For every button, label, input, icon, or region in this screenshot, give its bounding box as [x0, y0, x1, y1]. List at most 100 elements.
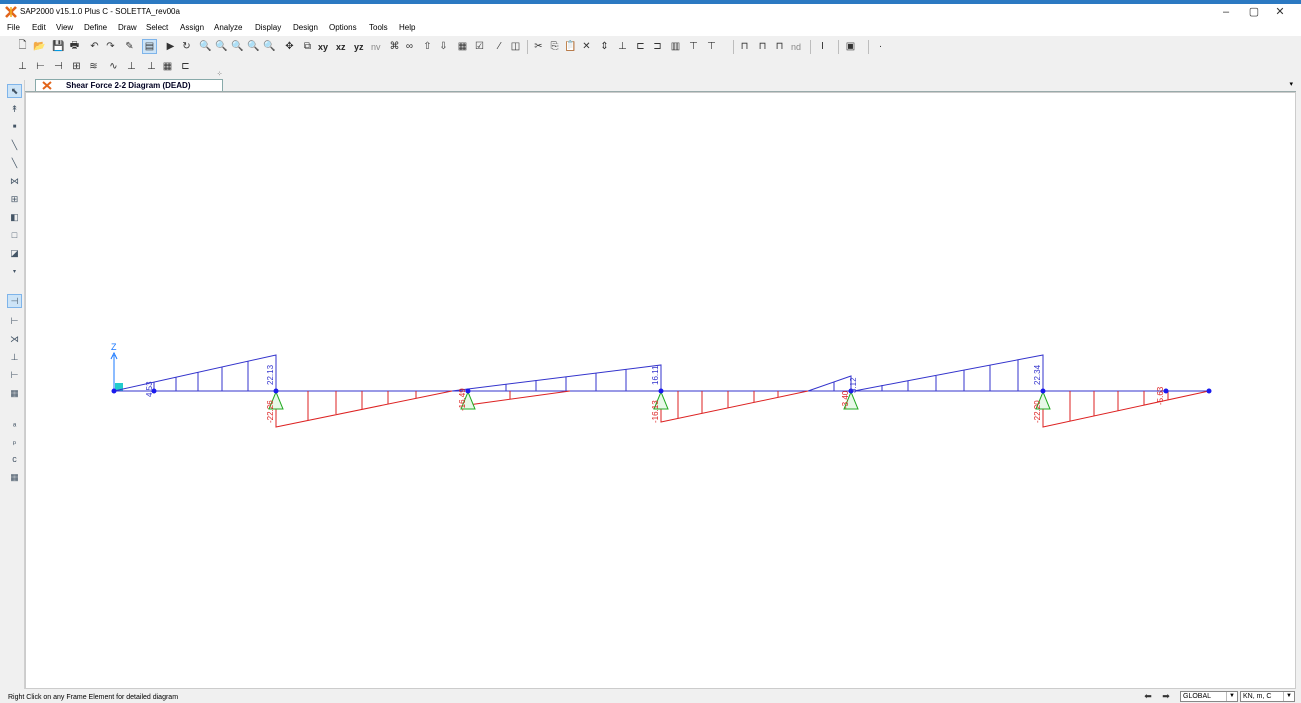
menu-view[interactable]: View	[56, 23, 73, 32]
snap-ends-icon[interactable]: ⊢	[7, 314, 22, 328]
show-forces-icon[interactable]: ◫	[508, 39, 523, 54]
frame-loads-icon[interactable]: ⊤	[686, 39, 701, 54]
assign-shell-icon[interactable]: ⊏	[178, 59, 193, 74]
snap-perpendicular-icon[interactable]: ⊥	[7, 350, 22, 364]
pan-icon[interactable]: ✥	[282, 39, 297, 54]
quick-draw-area-icon[interactable]: ◪	[7, 246, 22, 260]
view-nv-button[interactable]: nv	[371, 39, 381, 54]
draw-braces-icon[interactable]: ⋈	[7, 174, 22, 188]
moment-frame-icon[interactable]: ⊓	[755, 39, 770, 54]
zoom-restore-icon[interactable]: 🔍	[214, 39, 229, 54]
pointer-icon[interactable]: ⬉	[7, 84, 22, 98]
menu-options[interactable]: Options	[329, 23, 357, 32]
menu-design[interactable]: Design	[293, 23, 318, 32]
rotate-3d-icon[interactable]: ↻	[179, 39, 194, 54]
assign-joint-icon[interactable]: ⊥	[15, 59, 30, 74]
previous-view-icon[interactable]: ⬅	[1141, 691, 1155, 702]
move-icon[interactable]: ⇕	[597, 39, 612, 54]
rubber-band-zoom-icon[interactable]: ⌘	[387, 39, 402, 54]
assign-area-icon[interactable]: ⊞	[69, 59, 84, 74]
reshape-icon[interactable]: ↟	[7, 102, 22, 116]
assign-spring-icon[interactable]: ≋	[86, 59, 101, 74]
area-loads-icon[interactable]: ⊤	[704, 39, 719, 54]
assign-support-icon[interactable]: ⊥	[144, 59, 159, 74]
lock-model-icon[interactable]: ▤	[142, 39, 157, 54]
area-sections-icon[interactable]: ▥	[668, 39, 683, 54]
joint-restraints-icon[interactable]: ⊥	[615, 39, 630, 54]
toolbar-overflow-icon[interactable]: ·	[873, 39, 888, 54]
menu-select[interactable]: Select	[146, 23, 168, 32]
previous-selection-icon[interactable]: ₚ	[7, 434, 22, 448]
draw-poly-area-icon[interactable]: ◧	[7, 210, 22, 224]
select-all-icon[interactable]: ₐ	[7, 416, 22, 430]
tab-shear-force-diagram[interactable]: Shear Force 2-2 Diagram (DEAD)	[35, 79, 223, 91]
snap-intersections-icon[interactable]: ⋊	[7, 332, 22, 346]
draw-joint-icon[interactable]: ■	[7, 120, 22, 134]
draw-secondary-beams-icon[interactable]: ⊞	[7, 192, 22, 206]
draw-frame-icon[interactable]: ⊓	[772, 39, 787, 54]
close-button[interactable]: ✕	[1267, 4, 1293, 20]
menu-file[interactable]: File	[7, 23, 20, 32]
snap-fine-grid-icon[interactable]: ▦	[7, 386, 22, 400]
open-icon[interactable]: 📂	[32, 39, 47, 54]
object-shrink-icon[interactable]: ▦	[455, 39, 470, 54]
redo-icon[interactable]: ↷	[103, 39, 118, 54]
zoom-out-icon[interactable]: 🔍	[262, 39, 277, 54]
view-xy-button[interactable]: xy	[318, 39, 328, 54]
menu-assign[interactable]: Assign	[180, 23, 204, 32]
tab-list-dropdown-icon[interactable]: ▾	[1289, 80, 1293, 88]
next-view-icon[interactable]: ➡	[1159, 691, 1173, 702]
snap-joints-icon[interactable]: ⊣	[7, 294, 22, 308]
draw-frame-tool-icon[interactable]: ╲	[7, 138, 22, 152]
print-icon[interactable]: 🖶	[67, 39, 82, 54]
display-color-icon[interactable]: ▣	[843, 39, 858, 54]
set-display-options-icon[interactable]: ☑	[472, 39, 487, 54]
show-deformed-icon[interactable]: ⁄	[492, 39, 507, 54]
delete-icon[interactable]: ✕	[579, 39, 594, 54]
assign-gravity-icon[interactable]: ⊥	[124, 59, 139, 74]
coordinate-system-select[interactable]: GLOBAL ▼	[1180, 691, 1238, 702]
view-xz-button[interactable]: xz	[336, 39, 346, 54]
quick-draw-frame-icon[interactable]: ╲	[7, 156, 22, 170]
undo-icon[interactable]: ↶	[87, 39, 102, 54]
down-arrow-icon[interactable]: ⇩	[436, 39, 451, 54]
menu-edit[interactable]: Edit	[32, 23, 46, 32]
frame-releases-icon[interactable]: ⊏	[633, 39, 648, 54]
menu-analyze[interactable]: Analyze	[214, 23, 242, 32]
menu-define[interactable]: Define	[84, 23, 107, 32]
more-draw-tools-icon[interactable]: ▾	[7, 264, 22, 278]
section-designer-icon[interactable]: I	[815, 39, 830, 54]
nd-button[interactable]: nd	[791, 39, 801, 54]
cut-icon[interactable]: ✂	[531, 39, 546, 54]
pencil-icon[interactable]: ✎	[122, 39, 137, 54]
run-analysis-icon[interactable]: ▶	[163, 39, 178, 54]
assign-wave-icon[interactable]: ∿	[106, 59, 121, 74]
assign-link-icon[interactable]: ⊣	[51, 59, 66, 74]
draw-rect-area-icon[interactable]: □	[7, 228, 22, 242]
view-yz-button[interactable]: yz	[354, 39, 364, 54]
perspective-icon[interactable]: ∞	[402, 39, 417, 54]
up-arrow-icon[interactable]: ⇧	[420, 39, 435, 54]
view-3d-icon[interactable]: ⧉	[300, 39, 315, 54]
portal-frame-icon[interactable]: ⊓	[737, 39, 752, 54]
zoom-in-icon[interactable]: 🔍	[246, 39, 261, 54]
frame-sections-icon[interactable]: ⊐	[650, 39, 665, 54]
snap-lines-icon[interactable]: ⊢	[7, 368, 22, 382]
menu-help[interactable]: Help	[399, 23, 415, 32]
menu-display[interactable]: Display	[255, 23, 281, 32]
maximize-button[interactable]: ▢	[1241, 4, 1267, 20]
paste-icon[interactable]: 📋	[563, 39, 578, 54]
zoom-window-icon[interactable]: 🔍	[198, 39, 213, 54]
minimize-button[interactable]: –	[1213, 4, 1239, 20]
menu-draw[interactable]: Draw	[118, 23, 137, 32]
assign-frame-icon[interactable]: ⊢	[33, 59, 48, 74]
copy-icon[interactable]: ⎘	[547, 39, 562, 54]
clear-selection-icon[interactable]: c	[7, 452, 22, 466]
zoom-all-icon[interactable]: 🔍	[230, 39, 245, 54]
menu-tools[interactable]: Tools	[369, 23, 388, 32]
save-icon[interactable]: 💾	[51, 39, 66, 54]
diagram-canvas[interactable]: Z 4.53 22.13 -22.26 -16.49 -16.13 16.11 …	[25, 92, 1296, 689]
new-model-icon[interactable]: 🗋	[15, 39, 30, 54]
assign-wall-icon[interactable]: ▦	[160, 59, 175, 74]
units-select[interactable]: KN, m, C ▼	[1240, 691, 1295, 702]
